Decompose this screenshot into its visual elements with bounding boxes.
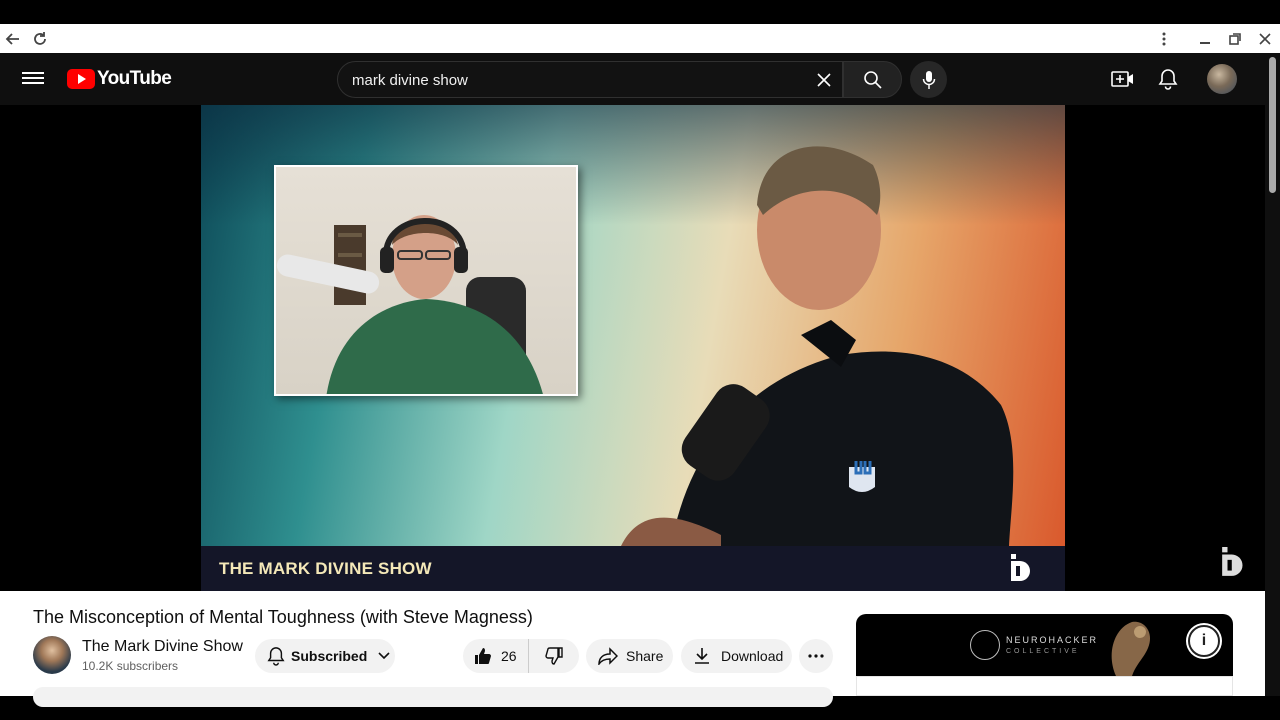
watch-metadata: The Misconception of Mental Toughness (w… [0,591,1265,707]
show-lower-third: THE MARK DIVINE SHOW [201,546,1065,591]
thumbs-down-icon [545,647,563,665]
subscriber-count: 10.2K subscribers [82,659,179,673]
youtube-play-icon [67,69,95,89]
reload-button[interactable] [28,27,52,51]
share-icon [598,647,618,665]
thumbs-up-icon [475,648,491,664]
share-label: Share [626,648,664,664]
browser-menu-button[interactable] [1152,27,1176,51]
like-count: 26 [501,648,517,664]
scrollbar-thumb[interactable] [1269,57,1276,193]
guest-video-inset [274,165,578,396]
ad-details-panel [856,676,1233,696]
download-button[interactable]: Download [681,639,792,673]
ad-head-graphic [1111,621,1151,676]
ad-brand-subname: COLLECTIVE [1006,648,1080,655]
bell-icon [1158,69,1178,90]
companion-ad[interactable]: NEUROHACKER COLLECTIVE i [856,614,1233,676]
masthead: YouTube [0,53,1265,105]
dislike-button[interactable] [529,639,579,673]
bell-icon [267,647,285,666]
more-horizontal-icon [808,654,824,658]
arrow-left-icon [5,33,19,45]
microphone-icon [922,70,935,89]
channel-avatar[interactable] [33,636,71,674]
hamburger-icon [22,72,44,84]
voice-search-button[interactable] [910,61,947,98]
reload-icon [34,32,46,45]
more-actions-button[interactable] [799,639,833,673]
minimize-icon [1200,42,1210,44]
search-input[interactable] [352,69,802,91]
like-button[interactable]: 26 [463,639,529,673]
chevron-down-icon [378,652,390,660]
subscribed-button[interactable]: Subscribed [255,639,395,673]
minimize-button[interactable] [1193,27,1217,51]
create-button[interactable] [1110,66,1136,92]
guest-figure [276,215,543,394]
app-window: YouTube mark divine show THE MARK DIVINE… [0,0,1280,720]
subscribed-label: Subscribed [291,648,368,664]
clear-search-button[interactable] [814,70,834,90]
brand-logo-icon [970,630,1000,660]
video-add-icon [1111,71,1133,87]
close-icon [1259,33,1271,45]
video-frame[interactable]: THE MARK DIVINE SHOW [201,105,1065,591]
close-icon [817,73,831,87]
restore-icon [1229,33,1241,45]
description-box[interactable] [33,687,833,707]
back-button[interactable] [1,27,25,51]
kebab-menu-icon [1162,32,1166,46]
logo-wordmark: YouTube [97,68,172,89]
close-window-button[interactable] [1253,27,1277,51]
restore-button[interactable] [1223,27,1247,51]
search-box [337,61,843,98]
like-dislike-group: 26 [463,639,579,673]
youtube-logo[interactable]: YouTube [67,68,172,90]
show-name-overlay: THE MARK DIVINE SHOW [219,559,432,578]
channel-name[interactable]: The Mark Divine Show [82,638,243,656]
notifications-button[interactable] [1155,66,1181,92]
ad-info-button[interactable]: i [1188,625,1220,657]
info-icon: i [1201,632,1207,649]
account-avatar[interactable] [1207,64,1237,94]
show-d-logo-icon [1011,554,1030,581]
video-title: The Misconception of Mental Toughness (w… [33,607,533,627]
share-button[interactable]: Share [586,639,673,673]
video-player[interactable]: THE MARK DIVINE SHOW [0,105,1265,591]
browser-toolbar [0,24,1280,53]
search-icon [863,70,882,89]
download-icon [695,648,709,664]
guide-menu-button[interactable] [22,69,44,89]
download-label: Download [721,648,784,664]
ad-brand-name: NEUROHACKER [1006,635,1099,645]
channel-watermark-icon[interactable] [1222,547,1248,577]
page-scrollbar[interactable] [1265,53,1280,696]
search-button[interactable] [843,61,902,98]
